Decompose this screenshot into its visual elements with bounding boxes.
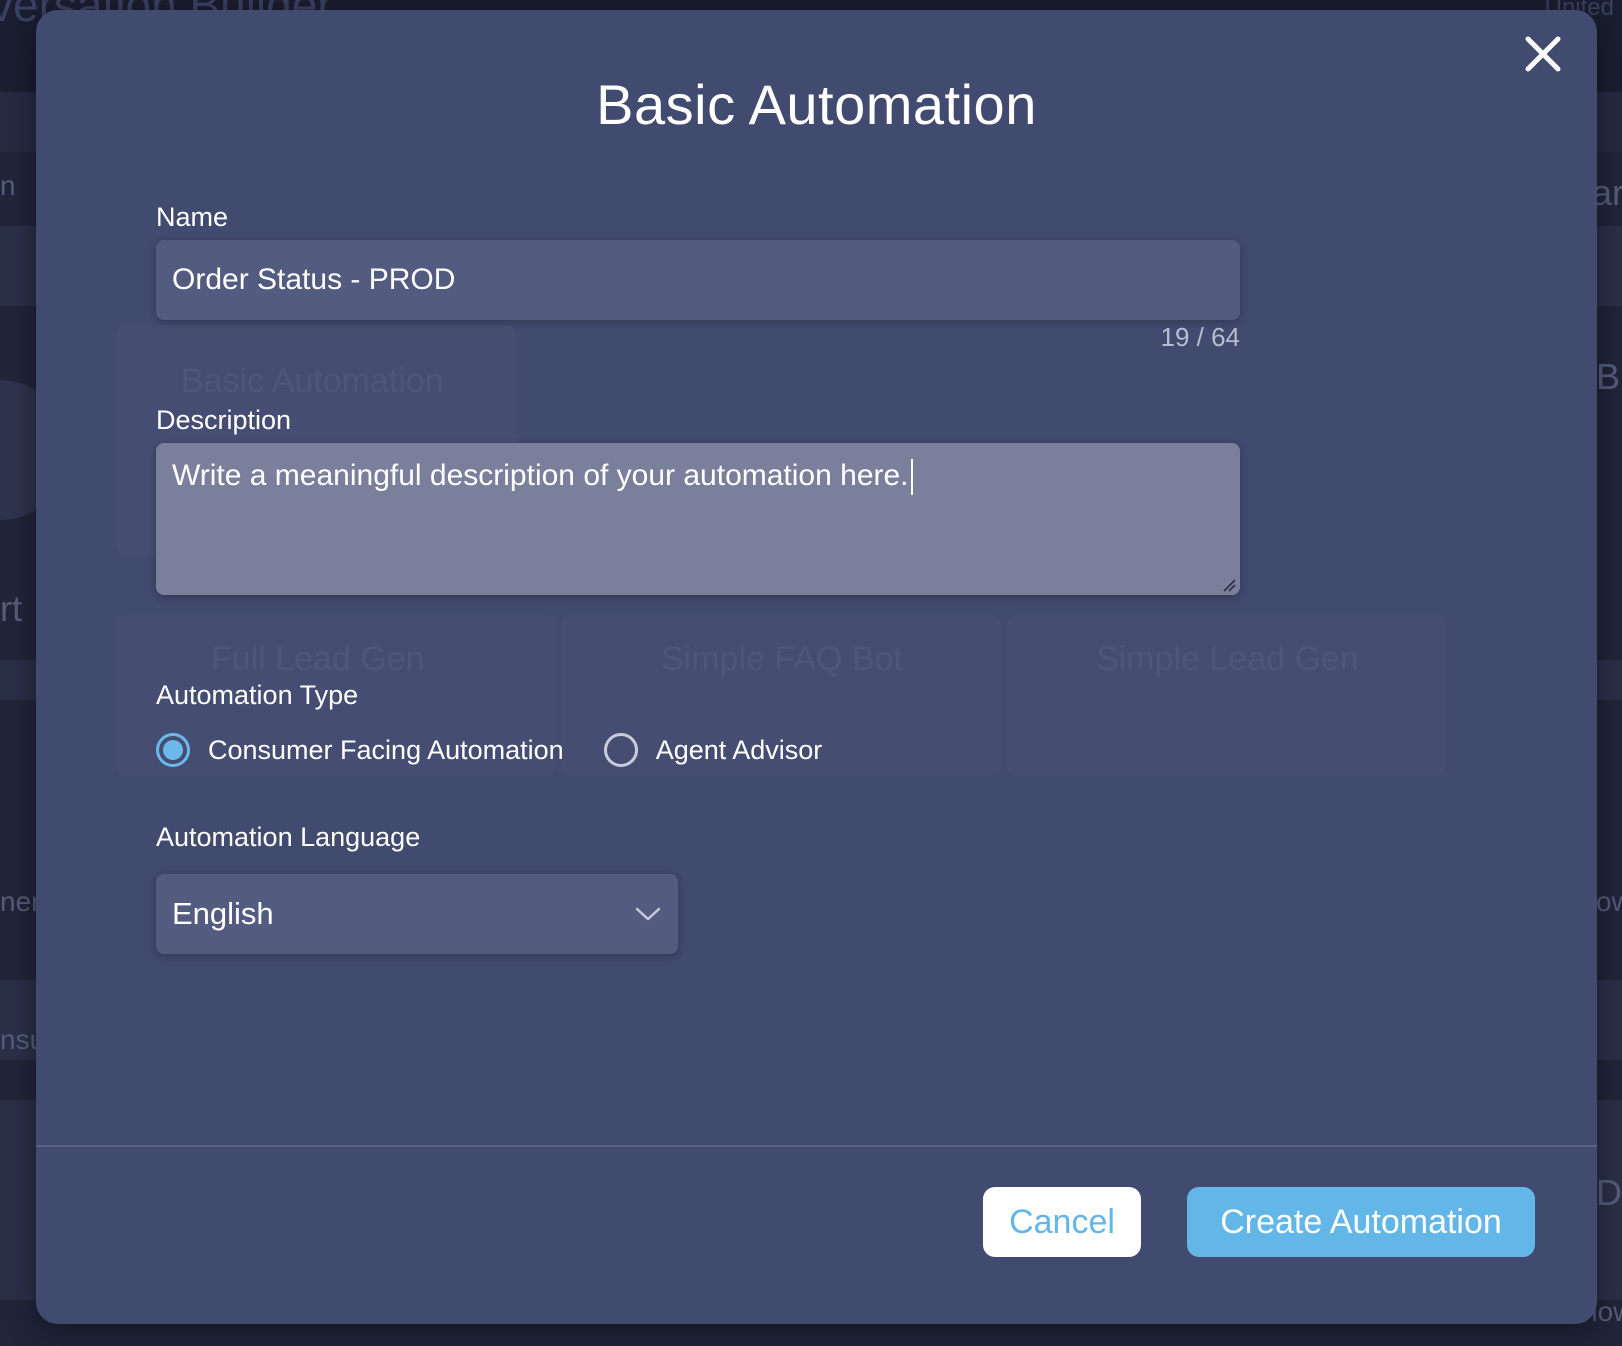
cancel-button[interactable]: Cancel [983,1187,1141,1257]
background-edge-text: ner [0,886,41,917]
background-edge-text: De [1596,1172,1622,1213]
description-textarea[interactable]: Write a meaningful description of your a… [156,443,1240,595]
radio-agent-advisor[interactable]: Agent Advisor [603,733,823,767]
close-button[interactable] [1519,30,1567,78]
ghost-card-title: Simple FAQ Bot [661,640,903,678]
close-icon [1525,36,1561,72]
basic-automation-modal: Basic Automation Full Lead Gen Simple FA… [36,10,1597,1324]
footer-divider [36,1145,1597,1147]
radio-label: Consumer Facing Automation [208,734,564,765]
name-label: Name [156,202,229,232]
ghost-card-title: Basic Automation [181,362,444,400]
selected-language: English [172,896,274,931]
radio-label: Agent Advisor [655,734,823,765]
background-edge-text: n [0,170,16,201]
radio-consumer-facing-automation[interactable]: Consumer Facing Automation [156,733,564,767]
background-edge-text: ow [1596,886,1622,917]
chevron-down-icon [635,907,661,921]
automation-language-select[interactable]: English [156,874,678,954]
background-edge-text: B [1596,356,1621,397]
create-automation-button[interactable]: Create Automation [1187,1187,1535,1257]
name-char-count: 19 / 64 [1160,322,1240,352]
name-input[interactable] [156,240,1240,320]
text-cursor [910,459,913,496]
ghost-card-title: Full Lead Gen [211,640,425,678]
modal-title: Basic Automation [596,73,1037,136]
resize-handle-icon[interactable] [1222,578,1236,592]
automation-type-radio-group: Consumer Facing Automation Agent Advisor [156,728,862,772]
description-label: Description [156,405,292,435]
radio-checked-icon [156,733,190,767]
ghost-card [1006,615,1446,775]
automation-type-label: Automation Type [156,680,359,710]
description-text: Write a meaningful description of your a… [172,459,909,492]
radio-unchecked-icon [603,733,638,767]
ghost-card-title: Simple Lead Gen [1096,640,1359,678]
automation-language-label: Automation Language [156,822,421,852]
background-edge-text: rt [0,588,22,629]
